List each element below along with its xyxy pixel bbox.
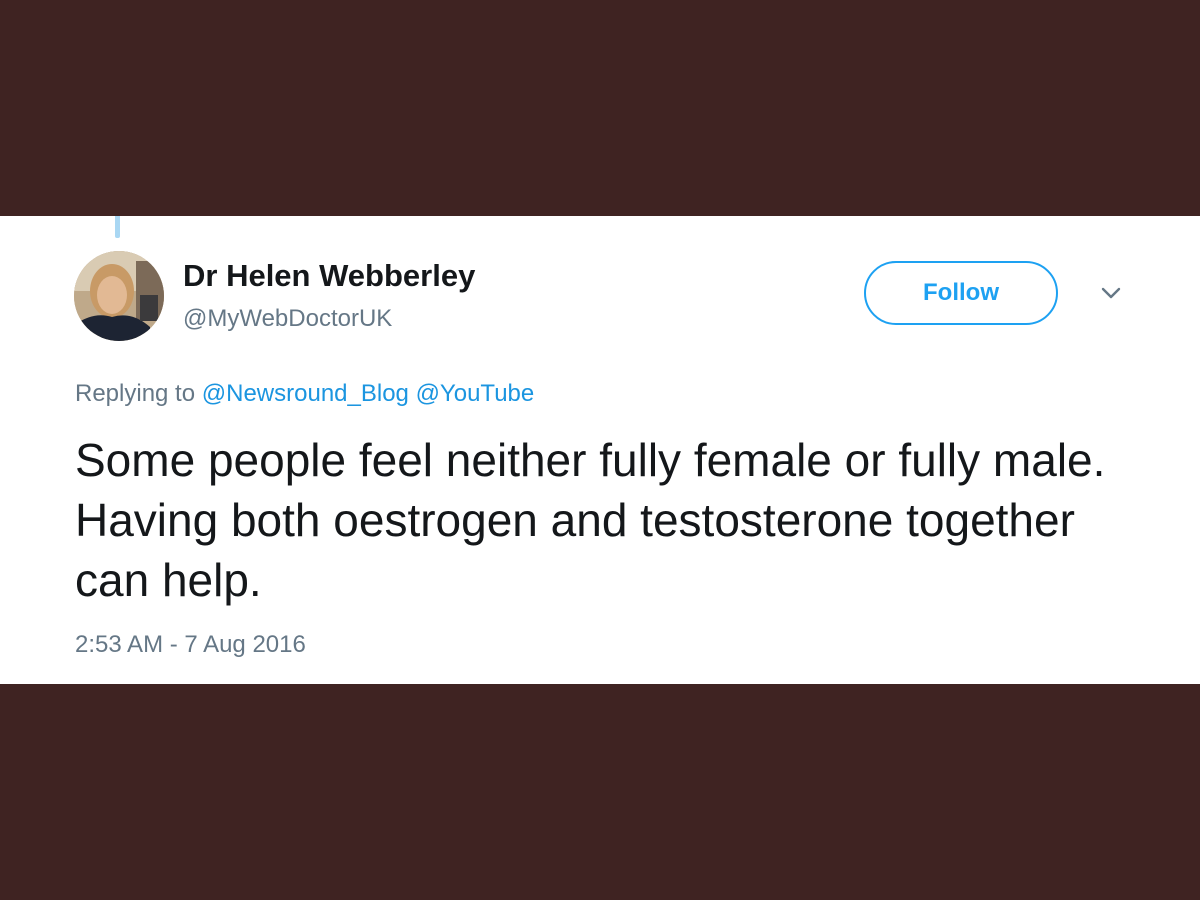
- follow-button[interactable]: Follow: [864, 261, 1058, 325]
- author-handle[interactable]: @MyWebDoctorUK: [183, 304, 392, 334]
- tweet-text: Some people feel neither fully female or…: [75, 434, 1106, 606]
- tweet-timestamp[interactable]: 2:53 AM - 7 Aug 2016: [75, 630, 306, 660]
- author-display-name[interactable]: Dr Helen Webberley: [183, 258, 475, 294]
- tweet-card: Dr Helen Webberley @MyWebDoctorUK Follow…: [0, 216, 1200, 684]
- tweet-menu-button[interactable]: [1096, 282, 1126, 304]
- screenshot-page: Dr Helen Webberley @MyWebDoctorUK Follow…: [0, 0, 1200, 900]
- mention-link-youtube[interactable]: @YouTube: [416, 380, 535, 407]
- profile-photo-icon: [74, 251, 164, 341]
- avatar[interactable]: [74, 251, 164, 341]
- replying-to-prefix: Replying to: [75, 380, 196, 407]
- chevron-down-icon: [1101, 287, 1121, 299]
- thread-connector-line: [115, 216, 120, 238]
- mention-link-newsround-blog[interactable]: @Newsround_Blog: [202, 380, 409, 407]
- replying-to-line: Replying to @Newsround_Blog @YouTube: [75, 379, 534, 409]
